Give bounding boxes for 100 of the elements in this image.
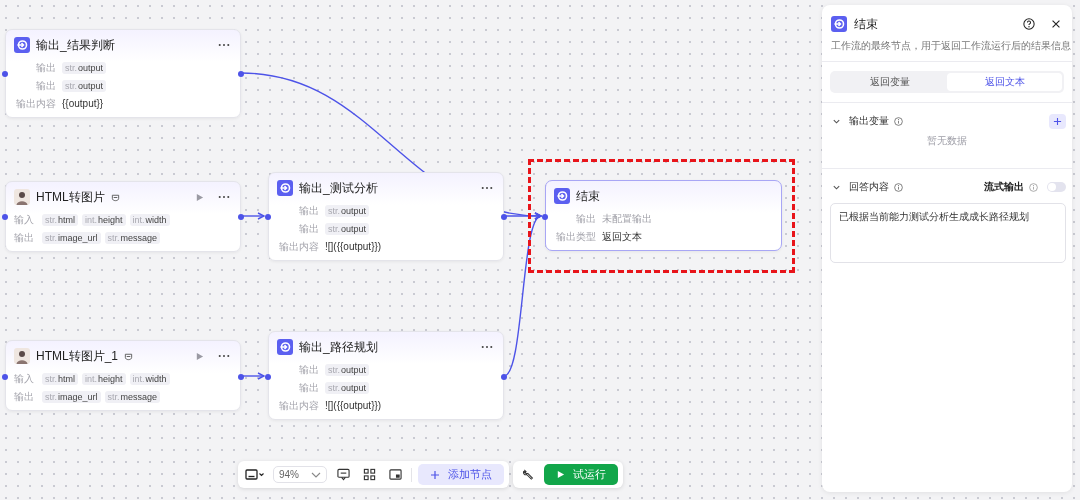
field-label: 输出 xyxy=(35,60,56,75)
wrench-icon xyxy=(521,468,535,481)
variable-tag: str.output xyxy=(325,204,370,217)
variable-tag: int.width xyxy=(129,372,170,385)
variable-tag: str.output xyxy=(62,61,107,74)
empty-state-text: 暂无数据 xyxy=(926,134,968,148)
tab[interactable]: 返回变量 xyxy=(832,73,947,91)
variable-tag: int.width xyxy=(129,213,170,226)
more-icon[interactable] xyxy=(481,186,493,190)
field-value: ![]({{output}}) xyxy=(325,241,382,252)
port-dot[interactable] xyxy=(501,374,507,380)
variable-tag: str.image_url xyxy=(42,390,101,403)
field-value: ![]({{output}}) xyxy=(325,400,382,411)
variable-tag: int.height xyxy=(82,372,126,385)
node-title: HTML转图片_1 xyxy=(36,347,118,365)
variable-tag: str.message xyxy=(104,231,161,244)
field-label: 输出 xyxy=(14,230,35,245)
help-icon[interactable] xyxy=(1023,18,1035,30)
section-title: 输出变量 xyxy=(849,114,889,128)
field-label: 输出内容 xyxy=(278,239,319,254)
panel-description: 工作流的最终节点，用于返回工作流运行后的结果信息 xyxy=(830,39,1072,53)
info-icon xyxy=(894,116,903,126)
comment-icon xyxy=(336,468,350,481)
field-label: 输出 xyxy=(298,221,319,236)
exit-icon xyxy=(831,16,847,32)
port-dot[interactable] xyxy=(238,71,244,77)
info-icon xyxy=(894,182,903,192)
more-icon[interactable] xyxy=(218,43,230,47)
mask-icon xyxy=(110,192,120,202)
answer-field[interactable]: 已根据当前能力测试分析生成成长路径规划 xyxy=(830,203,1066,263)
field-label: 输出 xyxy=(35,78,56,93)
exit-icon xyxy=(277,339,293,355)
variable-tag: str.output xyxy=(325,363,370,376)
stream-output-label: 流式输出 xyxy=(984,180,1024,194)
exit-icon xyxy=(14,37,30,53)
variable-tag: str.image_url xyxy=(42,231,101,244)
section-title: 回答内容 xyxy=(849,180,889,194)
avatar-icon xyxy=(14,189,30,205)
workflow-node[interactable]: HTML转图片 输入 str.html int.height int.width 输出 str.image_url str.message xyxy=(5,181,241,252)
placeholder-text: 未配置输出 xyxy=(602,211,652,226)
play-icon xyxy=(556,470,565,479)
variable-tag: str.output xyxy=(325,381,370,394)
port-dot[interactable] xyxy=(501,214,507,220)
variable-tag: str.html xyxy=(42,213,79,226)
more-icon[interactable] xyxy=(481,345,493,349)
avatar-icon xyxy=(14,348,30,364)
workflow-node[interactable]: 结束 输出 未配置输出 输出类型 返回文本 xyxy=(545,180,782,251)
exit-icon xyxy=(554,188,570,204)
node-title: 结束 xyxy=(576,187,600,205)
workflow-node[interactable]: 输出_测试分析 输出 str.output 输出 str.output 输出内容 ![]({{output}}) xyxy=(268,172,504,261)
field-value: {{output}} xyxy=(62,98,104,109)
port-dot[interactable] xyxy=(2,374,8,380)
close-icon[interactable] xyxy=(1050,18,1062,30)
grid-icon xyxy=(362,468,376,481)
chevron-icon xyxy=(311,471,321,478)
field-label: 输入 xyxy=(14,371,35,386)
field-value: 返回文本 xyxy=(602,229,642,244)
stream-toggle[interactable] xyxy=(1047,182,1066,192)
variable-tag: str.message xyxy=(104,390,161,403)
plus-icon xyxy=(430,469,440,480)
play-icon[interactable] xyxy=(195,192,204,202)
tab[interactable]: 返回文本 xyxy=(947,73,1062,91)
more-icon[interactable] xyxy=(218,354,230,358)
field-label: 输出 xyxy=(298,203,319,218)
plus-icon xyxy=(1053,116,1062,126)
mask-icon xyxy=(124,351,133,361)
port-dot[interactable] xyxy=(238,214,244,220)
node-title: 输出_测试分析 xyxy=(299,179,378,197)
screen-icon xyxy=(245,468,265,481)
info-icon xyxy=(1029,182,1038,192)
port-dot[interactable] xyxy=(238,374,244,380)
minimap-icon xyxy=(388,468,402,481)
workflow-node[interactable]: 输出_路径规划 输出 str.output 输出 str.output 输出内容 ![]({{output}}) xyxy=(268,331,504,420)
variable-tag: str.output xyxy=(325,222,370,235)
port-dot[interactable] xyxy=(265,214,271,220)
field-label: 输出类型 xyxy=(555,229,596,244)
zoom-select[interactable]: 94% xyxy=(273,466,327,483)
port-dot[interactable] xyxy=(2,71,8,77)
variable-tag: str.html xyxy=(42,372,79,385)
field-label: 输入 xyxy=(14,212,35,227)
workflow-node[interactable]: 输出_结果判断 输出 str.output 输出 str.output 输出内容 {{output}} xyxy=(5,29,241,118)
workflow-node[interactable]: HTML转图片_1 输入 str.html int.height int.width 输出 str.image_url str.message xyxy=(5,340,241,411)
more-icon[interactable] xyxy=(218,195,230,199)
field-label: 输出内容 xyxy=(278,398,319,413)
node-title: 输出_路径规划 xyxy=(299,338,378,356)
port-dot[interactable] xyxy=(542,214,548,220)
field-label: 输出内容 xyxy=(15,96,56,111)
add-node-button[interactable]: 添加节点 xyxy=(418,464,504,485)
play-icon[interactable] xyxy=(195,351,204,361)
field-label: 输出 xyxy=(14,389,35,404)
panel-title: 结束 xyxy=(854,15,878,33)
variable-tag: int.height xyxy=(82,213,126,226)
port-dot[interactable] xyxy=(265,374,271,380)
variable-tag: str.output xyxy=(62,79,107,92)
field-label: 输出 xyxy=(298,380,319,395)
node-title: 输出_结果判断 xyxy=(36,36,115,54)
field-label: 输出 xyxy=(298,362,319,377)
add-variable-button[interactable] xyxy=(1049,113,1066,129)
port-dot[interactable] xyxy=(2,214,8,220)
node-title: HTML转图片 xyxy=(36,188,105,206)
